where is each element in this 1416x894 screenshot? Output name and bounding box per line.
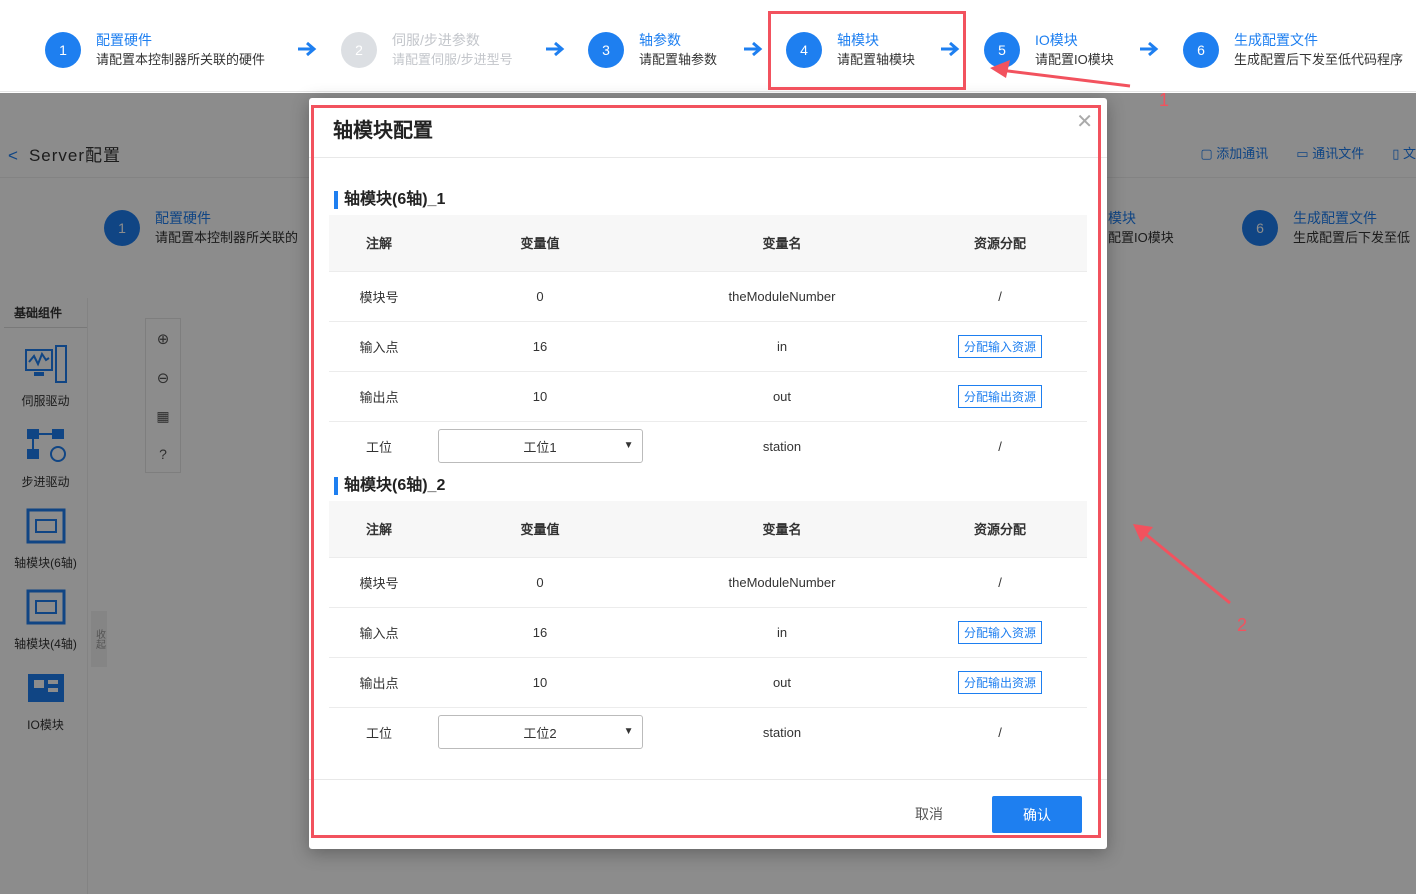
page: < Server配置 ▢ 添加通讯 ▭ 通讯文件 ▯ 文 1 配置硬件 请配置本控制… <box>0 0 1416 894</box>
annotation-label-1: 1 <box>1159 90 1170 110</box>
annotation-arrow-1 <box>990 60 1131 88</box>
annotation-label-2: 2 <box>1237 615 1248 635</box>
annotation-arrow-2 <box>1133 524 1231 605</box>
annotation-arrows <box>990 60 1231 605</box>
